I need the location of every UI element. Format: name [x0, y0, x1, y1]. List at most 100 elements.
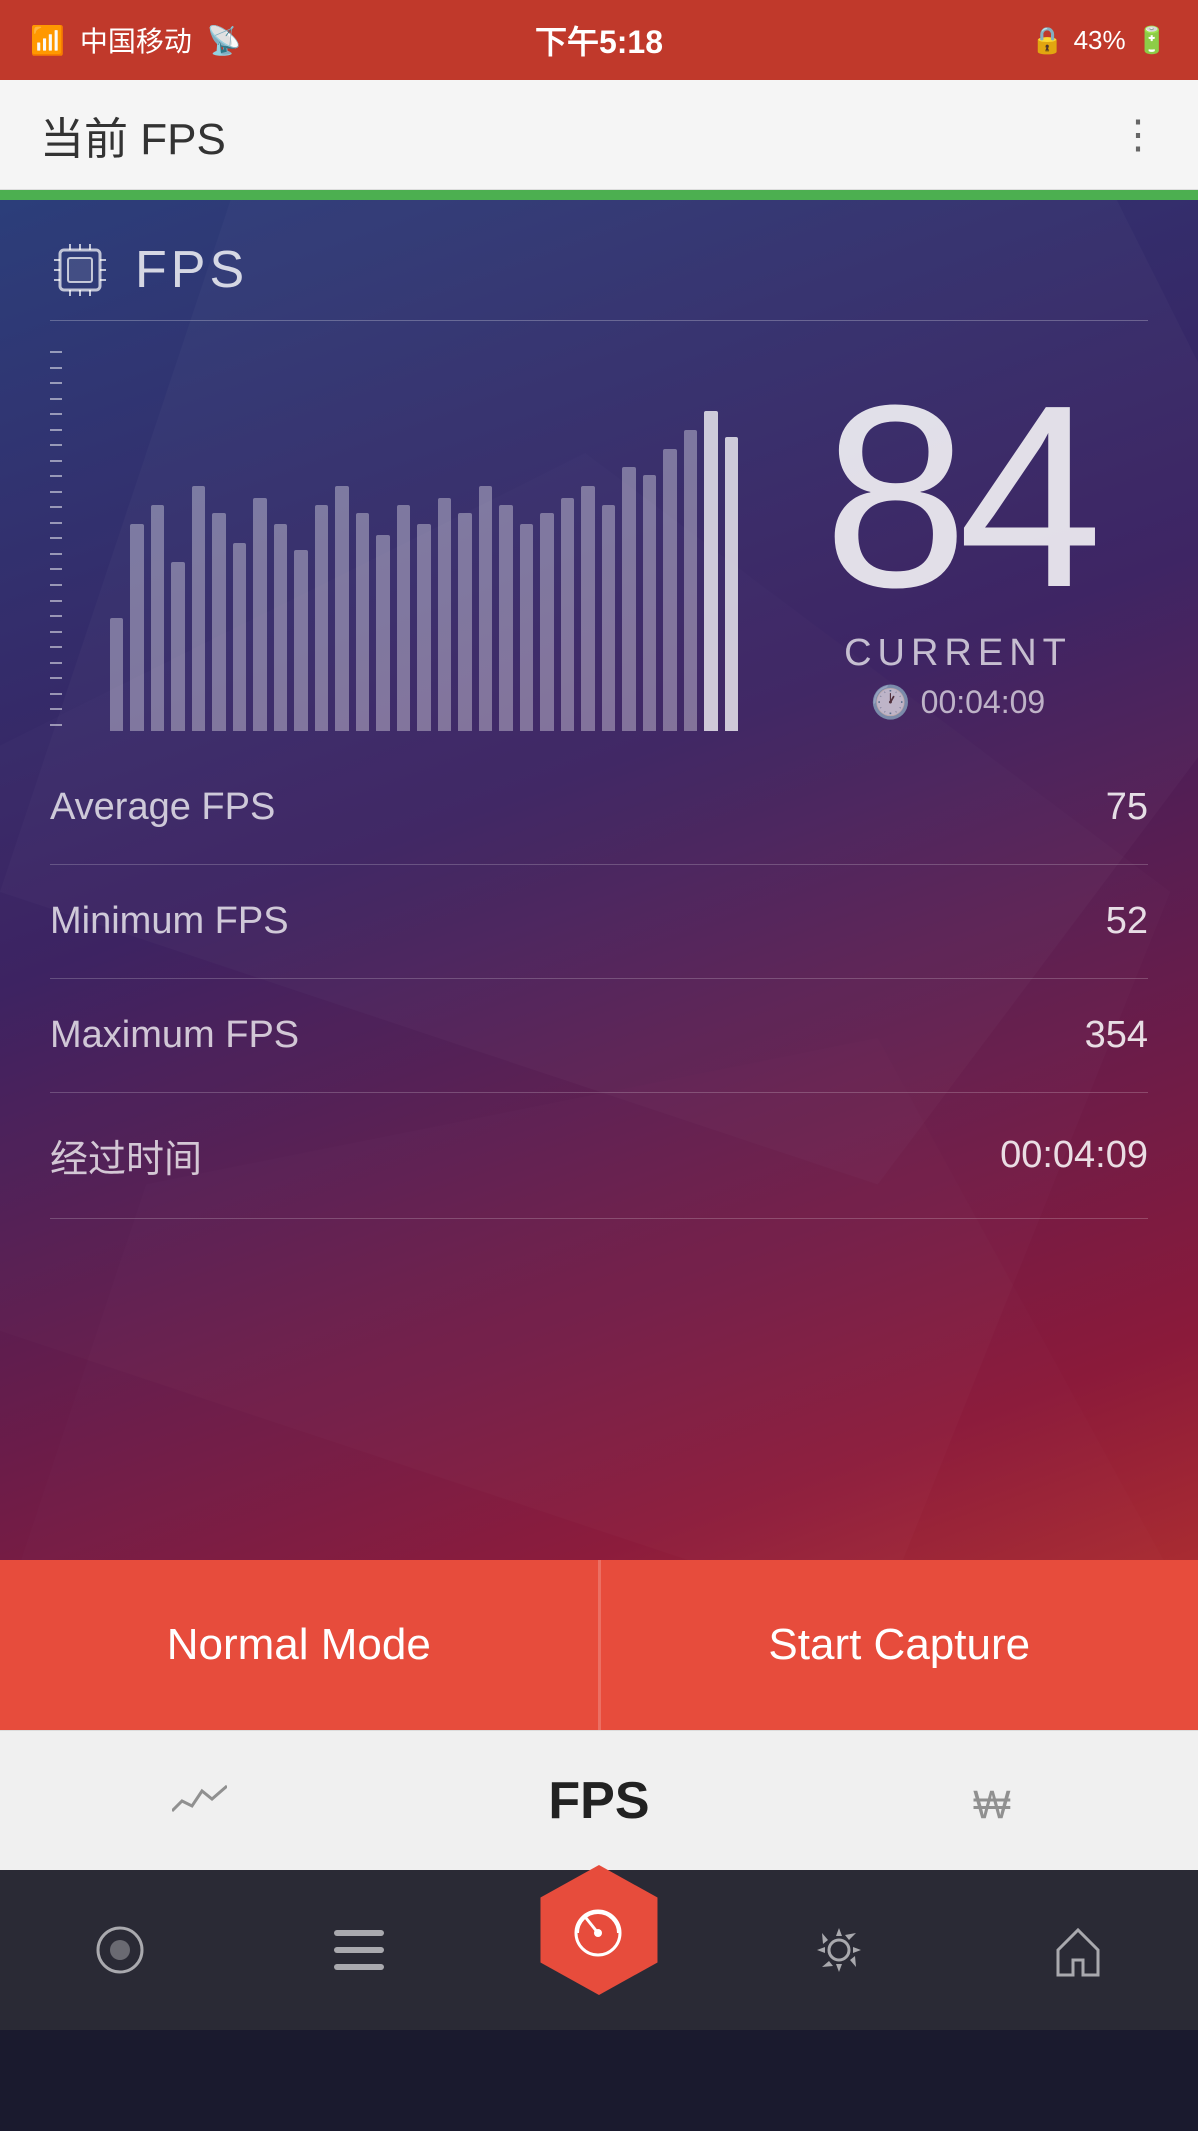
normal-mode-button[interactable]: Normal Mode [0, 1560, 598, 1730]
y-tick [50, 506, 62, 508]
signal-icon: 📶 [30, 24, 65, 57]
w-tab-icon: ₩ [971, 1778, 1026, 1823]
y-tick [50, 708, 62, 710]
y-tick [50, 522, 62, 524]
nav-bar [0, 1870, 1198, 2030]
battery-text: 43% [1074, 25, 1126, 56]
chart-bar [171, 562, 184, 731]
chart-bar [110, 618, 123, 731]
chart-bar [540, 513, 553, 731]
y-tick [50, 475, 62, 477]
bottom-buttons: Normal Mode Start Capture [0, 1560, 1198, 1730]
settings-icon [809, 1920, 869, 1980]
chart-bar [335, 486, 348, 731]
home-icon [1048, 1920, 1108, 1980]
stat-label: Average FPS [50, 786, 275, 829]
nav-speedometer[interactable] [479, 1870, 719, 2030]
start-capture-button[interactable]: Start Capture [598, 1560, 1198, 1730]
chip-icon [50, 240, 110, 300]
stats-section: Average FPS 75 Minimum FPS52 Maximum FPS 354… [0, 751, 1198, 1219]
chart-bar [294, 550, 307, 731]
battery-icon: 🔋 [1136, 25, 1168, 56]
stat-value: 75 [1106, 786, 1148, 829]
y-tick [50, 382, 62, 384]
wifi-icon: 📡 [207, 24, 242, 57]
stat-label: Minimum FPS [50, 900, 289, 943]
chart-bar [253, 498, 266, 731]
status-bar: 📶 中国移动 📡 下午5:18 🔒 43% 🔋 [0, 0, 1198, 80]
speedometer-icon [566, 1898, 631, 1963]
stat-row: Maximum FPS 354 [50, 979, 1148, 1093]
tab-bar: FPS ₩ [0, 1730, 1198, 1870]
chart-bar [212, 513, 225, 731]
menu-icon [329, 1925, 389, 1975]
bar-chart [110, 351, 738, 731]
fps-section-header: FPS [0, 200, 1198, 320]
stat-value: 354 [1085, 1014, 1148, 1057]
chart-tab-icon [172, 1781, 227, 1821]
y-tick [50, 398, 62, 400]
stat-row: Minimum FPS52 [50, 865, 1148, 979]
chart-bar [643, 475, 656, 731]
more-options-button[interactable]: ⋮ [1118, 112, 1158, 158]
y-tick [50, 444, 62, 446]
chart-bar [151, 505, 164, 731]
y-tick [50, 646, 62, 648]
y-tick [50, 367, 62, 369]
fps-tab-label: FPS [548, 1771, 649, 1831]
stat-value: 00:04:09 [1000, 1134, 1148, 1177]
chart-bar [274, 524, 287, 731]
y-tick [50, 553, 62, 555]
tab-chart[interactable] [0, 1731, 399, 1870]
chart-bar [663, 449, 676, 731]
carrier-text: 中国移动 [80, 20, 192, 60]
status-time: 下午5:18 [535, 17, 663, 63]
stat-label: Maximum FPS [50, 1014, 299, 1057]
stat-label: 经过时间 [50, 1128, 202, 1183]
status-right: 🔒 43% 🔋 [1031, 25, 1168, 56]
y-tick [50, 693, 62, 695]
y-tick [50, 724, 62, 726]
y-tick [50, 413, 62, 415]
chart-bar [684, 430, 697, 731]
accent-bar [0, 190, 1198, 200]
y-tick [50, 568, 62, 570]
title-bar: 当前 FPS ⋮ [0, 80, 1198, 190]
chart-bar [704, 411, 717, 731]
nav-settings[interactable] [719, 1870, 959, 2030]
speedometer-button[interactable] [534, 1865, 664, 1995]
data-section: 84 CURRENT 🕐 00:04:09 [0, 321, 1198, 741]
chart-bar [356, 513, 369, 731]
chart-bar [602, 505, 615, 731]
y-tick [50, 677, 62, 679]
chart-bar [130, 524, 143, 731]
y-tick [50, 460, 62, 462]
chart-bar [520, 524, 533, 731]
page-title: 当前 FPS [40, 103, 226, 167]
y-tick [50, 351, 62, 353]
current-time-value: 00:04:09 [921, 684, 1046, 721]
current-fps-time: 🕐 00:04:09 [871, 683, 1045, 721]
chart-bar [499, 505, 512, 731]
tab-w[interactable]: ₩ [799, 1731, 1198, 1870]
main-content: FPS [0, 200, 1198, 1730]
back-icon [90, 1920, 150, 1980]
tab-fps[interactable]: FPS [399, 1731, 798, 1870]
current-fps-value: 84 [823, 367, 1092, 627]
y-tick [50, 631, 62, 633]
y-tick [50, 537, 62, 539]
current-fps-display: 84 CURRENT 🕐 00:04:09 [768, 367, 1148, 731]
chart-bar [417, 524, 430, 731]
chart-bar [376, 535, 389, 731]
chart-bar [233, 543, 246, 731]
nav-home[interactable] [958, 1870, 1198, 2030]
nav-menu[interactable] [240, 1870, 480, 2030]
clock-icon: 🕐 [871, 683, 911, 721]
chart-bar [581, 486, 594, 731]
chart-bar [315, 505, 328, 731]
nav-back[interactable] [0, 1870, 240, 2030]
lock-icon: 🔒 [1031, 25, 1063, 56]
y-tick [50, 584, 62, 586]
chart-bar [479, 486, 492, 731]
y-tick [50, 615, 62, 617]
